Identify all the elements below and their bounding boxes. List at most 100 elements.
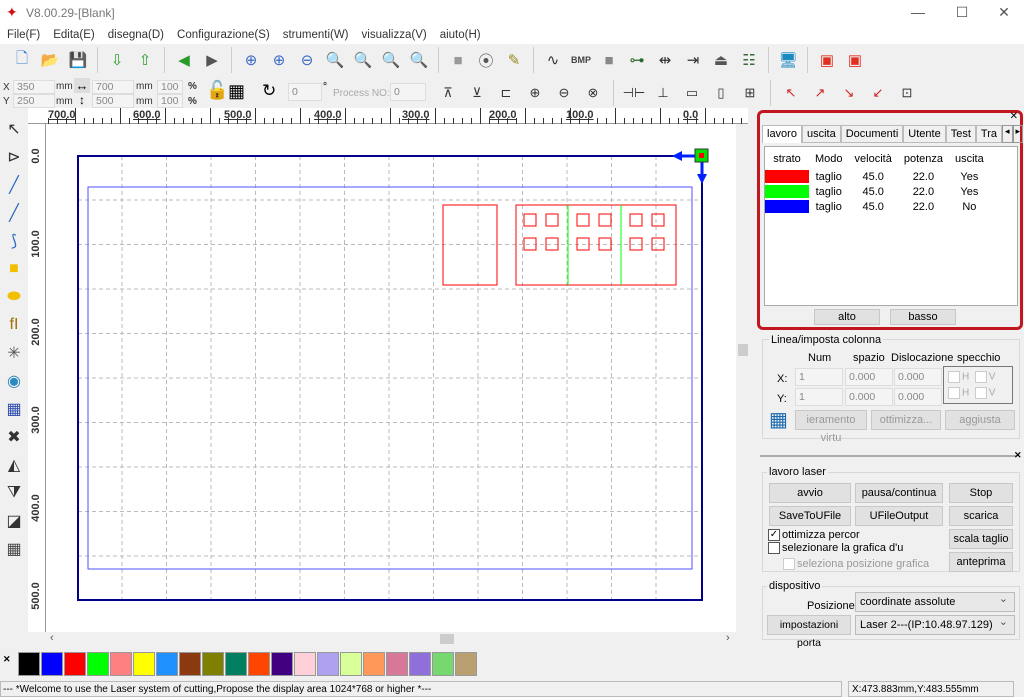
scroll-left-icon[interactable]: ‹ <box>50 632 54 644</box>
align-center-icon[interactable]: ⊗ <box>581 81 605 105</box>
same-size-icon[interactable]: ⊞ <box>738 81 762 105</box>
palette-color-swatch[interactable] <box>179 652 201 676</box>
download-button[interactable]: scarica <box>949 506 1013 526</box>
palette-close-icon[interactable]: ✕ <box>3 654 11 665</box>
ellipse-icon[interactable]: ⬬ <box>3 284 25 309</box>
horizontal-scrollbar[interactable]: ‹ › <box>46 632 736 646</box>
rotation-input[interactable]: 0 <box>288 83 322 101</box>
group-icon[interactable]: ▣ <box>815 48 839 72</box>
y-num-input[interactable]: 1 <box>795 388 843 406</box>
tab-tra[interactable]: Tra <box>975 125 1002 143</box>
shape-square[interactable] <box>598 213 612 227</box>
panel-close-icon[interactable]: ✕ <box>1010 111 1018 122</box>
palette-color-swatch[interactable] <box>156 652 178 676</box>
port-settings-button[interactable]: impostazioni porta <box>767 615 851 649</box>
zoom-in-icon[interactable]: ⊕ <box>267 48 291 72</box>
align-center-h-icon[interactable]: ⊕ <box>523 81 547 105</box>
start-button[interactable]: avvio <box>769 483 851 503</box>
rectangle-icon[interactable]: ■ <box>3 256 25 281</box>
y-mirror-v-checkbox[interactable] <box>974 387 987 399</box>
palette-color-swatch[interactable] <box>386 652 408 676</box>
lock-ratio-icon[interactable]: 🔓 <box>206 80 228 101</box>
x-mirror-v-checkbox[interactable] <box>974 371 987 383</box>
anchor-grid-icon[interactable]: ▦ <box>228 81 245 102</box>
pen-icon[interactable]: ✎ <box>502 48 526 72</box>
palette-color-swatch[interactable] <box>271 652 293 676</box>
menu-item[interactable]: Configurazione(S) <box>170 26 276 44</box>
tab-scroll-right-icon[interactable]: ▸ <box>1012 125 1024 143</box>
maximize-button[interactable]: ☐ <box>952 4 972 21</box>
corner-bottom-left-icon[interactable]: ↙ <box>866 81 890 105</box>
menu-item[interactable]: Edita(E) <box>46 26 101 44</box>
tab-test[interactable]: Test <box>945 125 976 143</box>
u-file-output-button[interactable]: UFileOutput <box>855 506 943 526</box>
layer-row[interactable]: taglio 45.0 22.0 Yes <box>765 169 990 184</box>
scale-y-input[interactable]: 100 <box>157 94 183 108</box>
x-space-input[interactable]: 0.000 <box>845 368 893 386</box>
polyline-icon[interactable]: ╱ <box>3 200 25 225</box>
tab-documenti[interactable]: Documenti <box>840 125 904 143</box>
zoom-out-icon[interactable]: ⊖ <box>295 48 319 72</box>
menu-item[interactable]: visualizza(V) <box>355 26 433 44</box>
text-icon[interactable]: fI <box>3 312 25 337</box>
laser-device-select[interactable]: Laser 2---(IP:10.48.97.129) <box>855 613 1015 635</box>
save-icon[interactable]: 💾 <box>66 48 90 72</box>
close-button[interactable]: ✕ <box>994 4 1014 21</box>
mirror-h-icon[interactable]: ◭ <box>3 452 25 477</box>
palette-color-swatch[interactable] <box>18 652 40 676</box>
corner-top-left-icon[interactable]: ↖ <box>779 81 803 105</box>
palette-color-swatch[interactable] <box>340 652 362 676</box>
curve-icon[interactable]: ∿ <box>541 48 565 72</box>
palette-color-swatch[interactable] <box>225 652 247 676</box>
layer-row[interactable]: taglio 45.0 22.0 No <box>765 199 990 214</box>
tab-utente[interactable]: Utente <box>903 125 946 143</box>
connect-icon[interactable]: ⊶ <box>625 48 649 72</box>
distance-icon[interactable]: ⇹ <box>653 48 677 72</box>
align-icon[interactable]: ⇥ <box>681 48 705 72</box>
palette-color-swatch[interactable] <box>41 652 63 676</box>
array-layout-icon[interactable]: ▦ <box>769 410 788 430</box>
import-icon[interactable]: ⇩ <box>105 48 129 72</box>
adjust-button[interactable]: aggiusta <box>945 410 1015 430</box>
bmp-icon[interactable]: BMP <box>569 48 593 72</box>
preview-button[interactable]: anteprima <box>949 552 1013 572</box>
zoom-select-icon[interactable]: ⊕ <box>239 48 263 72</box>
stop-button[interactable]: Stop <box>949 483 1013 503</box>
same-width-icon[interactable]: ▭ <box>680 81 704 105</box>
vertical-scrollbar[interactable] <box>736 124 750 632</box>
new-file-icon[interactable]: 🗋 <box>10 48 34 72</box>
tab-scroll-left-icon[interactable]: ◂ <box>1002 125 1013 143</box>
scale-x-input[interactable]: 100 <box>157 80 183 94</box>
virtual-array-button[interactable]: ieramento virtu <box>795 410 867 444</box>
corner-top-right-icon[interactable]: ↗ <box>808 81 832 105</box>
select-graphic-checkbox[interactable] <box>768 542 780 555</box>
position-select[interactable]: coordinate assolute <box>855 590 1015 612</box>
x-num-input[interactable]: 1 <box>795 368 843 386</box>
palette-color-swatch[interactable] <box>409 652 431 676</box>
scale-cut-button[interactable]: scala taglio <box>949 529 1013 549</box>
menu-item[interactable]: disegna(D) <box>101 26 170 44</box>
palette-color-swatch[interactable] <box>432 652 454 676</box>
palette-color-swatch[interactable] <box>64 652 86 676</box>
align-bottom-icon[interactable]: ⊻ <box>465 81 489 105</box>
minimize-button[interactable]: — <box>908 4 928 20</box>
palette-color-swatch[interactable] <box>363 652 385 676</box>
y-space-input[interactable]: 0.000 <box>845 388 893 406</box>
optimize-button[interactable]: ottimizza... <box>871 410 941 430</box>
node-edit-icon[interactable]: ⊳ <box>3 144 25 169</box>
corner-bottom-right-icon[interactable]: ↘ <box>837 81 861 105</box>
palette-color-swatch[interactable] <box>87 652 109 676</box>
mirror-v-icon[interactable]: ⧩ <box>3 480 25 505</box>
menu-item[interactable]: aiuto(H) <box>433 26 487 44</box>
equal-space-h-icon[interactable]: ⊣⊢ <box>622 81 646 105</box>
camera-icon[interactable]: ◉ <box>3 368 25 393</box>
curve-tool-icon[interactable]: ⟆ <box>3 228 25 253</box>
width-lock-icon[interactable]: ↔ <box>74 78 90 93</box>
zoom-page-icon[interactable]: 🔍 <box>323 48 347 72</box>
y-mirror-h-checkbox[interactable] <box>948 387 960 399</box>
palette-color-swatch[interactable] <box>110 652 132 676</box>
open-folder-icon[interactable]: 📂 <box>38 48 62 72</box>
shape-square[interactable] <box>576 213 590 227</box>
line-icon[interactable]: ╱ <box>3 172 25 197</box>
y-position-input[interactable]: 250 <box>13 94 55 108</box>
